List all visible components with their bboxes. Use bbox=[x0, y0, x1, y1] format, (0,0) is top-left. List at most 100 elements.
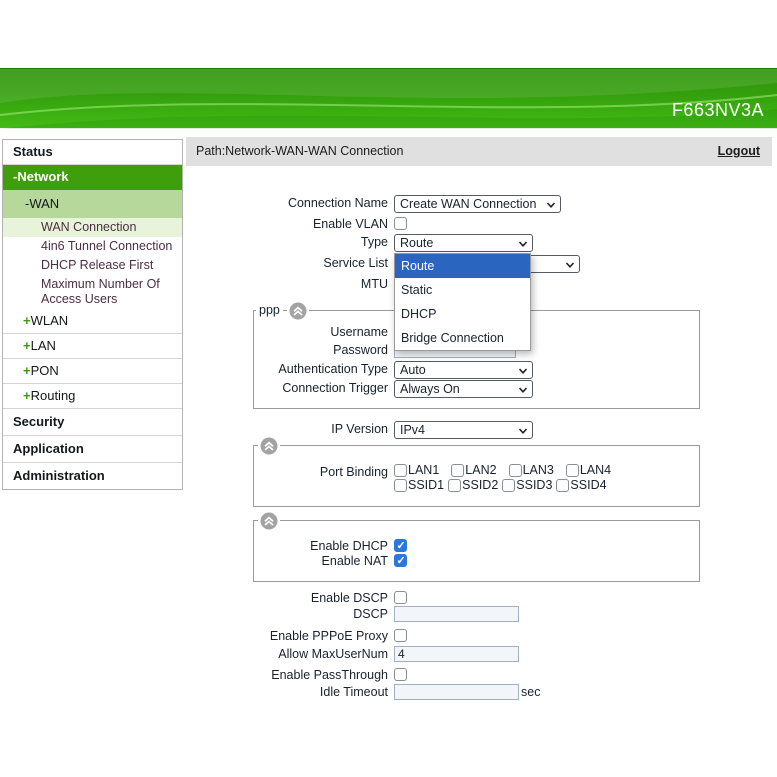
enable-dscp-checkbox[interactable] bbox=[394, 591, 407, 604]
lan4-option[interactable]: LAN4 bbox=[566, 463, 611, 477]
authentication-type-select[interactable]: Auto bbox=[394, 361, 533, 379]
port-binding-lan-row: LAN1 LAN2 LAN3 LAN4 bbox=[394, 463, 611, 477]
sidebar-item-routing[interactable]: +Routing bbox=[3, 384, 182, 409]
enable-passthrough-label: Enable PassThrough bbox=[186, 667, 388, 684]
ssid2-checkbox[interactable] bbox=[448, 479, 461, 492]
dscp-input[interactable] bbox=[394, 606, 519, 622]
router-admin-page: F663NV3A Status -Network -WAN WAN Connec… bbox=[0, 0, 777, 777]
wan-connection-form: Connection Name Create WAN Connection En… bbox=[186, 166, 777, 777]
dscp-label: DSCP bbox=[186, 606, 388, 623]
logout-link[interactable]: Logout bbox=[718, 137, 760, 166]
ssid3-checkbox[interactable] bbox=[502, 479, 515, 492]
ip-version-select[interactable]: IPv4 bbox=[394, 421, 533, 439]
type-dropdown-list: Route Static DHCP Bridge Connection bbox=[394, 253, 531, 351]
enable-dscp-label: Enable DSCP bbox=[186, 590, 388, 607]
sidebar-item-wlan[interactable]: +WLAN bbox=[3, 309, 182, 334]
enable-nat-label: Enable NAT bbox=[186, 553, 388, 570]
chevron-down-icon bbox=[518, 366, 528, 376]
lan1-checkbox[interactable] bbox=[394, 464, 407, 477]
sidebar-item-administration[interactable]: Administration bbox=[3, 463, 182, 489]
enable-nat-checkbox[interactable] bbox=[394, 554, 407, 567]
type-label: Type bbox=[186, 234, 388, 251]
chevron-double-up-circle-icon bbox=[260, 512, 278, 530]
lan4-checkbox[interactable] bbox=[566, 464, 579, 477]
sidebar-item-wan[interactable]: -WAN bbox=[3, 190, 182, 218]
plus-icon: + bbox=[23, 388, 31, 403]
chevron-down-icon bbox=[518, 426, 528, 436]
chevron-down-icon bbox=[518, 239, 528, 249]
sidebar-item-wan-connection[interactable]: WAN Connection bbox=[3, 218, 182, 237]
password-label: Password bbox=[186, 342, 388, 359]
collapse-section-button[interactable] bbox=[287, 302, 309, 320]
sidebar-nav: Status -Network -WAN WAN Connection 4in6… bbox=[2, 139, 183, 490]
sidebar-item-security[interactable]: Security bbox=[3, 409, 182, 436]
sidebar-item-label: LAN bbox=[31, 338, 56, 353]
connection-name-select[interactable]: Create WAN Connection bbox=[394, 195, 561, 213]
dropdown-option-bridge-connection[interactable]: Bridge Connection bbox=[395, 326, 530, 350]
connection-trigger-select[interactable]: Always On bbox=[394, 380, 533, 398]
collapse-section-button[interactable] bbox=[258, 437, 280, 455]
breadcrumb-bar: Path:Network-WAN-WAN Connection Logout bbox=[186, 137, 772, 166]
lan4-label: LAN4 bbox=[580, 463, 611, 477]
service-list-label: Service List bbox=[186, 255, 388, 272]
sidebar-item-application[interactable]: Application bbox=[3, 436, 182, 463]
lan3-checkbox[interactable] bbox=[509, 464, 522, 477]
ssid2-option[interactable]: SSID2 bbox=[448, 478, 498, 492]
port-binding-label: Port Binding bbox=[186, 464, 388, 481]
lan2-checkbox[interactable] bbox=[451, 464, 464, 477]
enable-passthrough-checkbox[interactable] bbox=[394, 668, 407, 681]
sidebar-item-max-access-users[interactable]: Maximum Number Of Access Users bbox=[3, 275, 182, 309]
plus-icon: + bbox=[23, 338, 31, 353]
plus-icon: + bbox=[23, 313, 31, 328]
sidebar-item-label: PON bbox=[31, 363, 59, 378]
sidebar-item-lan[interactable]: +LAN bbox=[3, 334, 182, 359]
sidebar-item-dhcp-release-first[interactable]: DHCP Release First bbox=[3, 256, 182, 275]
ssid3-option[interactable]: SSID3 bbox=[502, 478, 552, 492]
ssid1-label: SSID1 bbox=[408, 478, 444, 492]
enable-pppoe-proxy-label: Enable PPPoE Proxy bbox=[186, 628, 388, 645]
lan3-option[interactable]: LAN3 bbox=[509, 463, 554, 477]
sidebar-item-network[interactable]: -Network bbox=[3, 165, 182, 190]
sidebar-item-label: Routing bbox=[31, 388, 76, 403]
ssid4-label: SSID4 bbox=[570, 478, 606, 492]
sidebar-item-4in6-tunnel[interactable]: 4in6 Tunnel Connection bbox=[3, 237, 182, 256]
authentication-type-value: Auto bbox=[400, 362, 426, 378]
lan1-label: LAN1 bbox=[408, 463, 439, 477]
chevron-down-icon bbox=[565, 260, 575, 270]
dropdown-option-dhcp[interactable]: DHCP bbox=[395, 302, 530, 326]
enable-vlan-checkbox[interactable] bbox=[394, 217, 407, 230]
sidebar-item-label: WLAN bbox=[31, 313, 69, 328]
chevron-double-up-circle-icon bbox=[260, 437, 278, 455]
idle-timeout-unit: sec bbox=[521, 685, 540, 699]
dropdown-option-route[interactable]: Route bbox=[395, 254, 530, 278]
lan2-option[interactable]: LAN2 bbox=[451, 463, 496, 477]
idle-timeout-label: Idle Timeout bbox=[186, 684, 388, 701]
dropdown-option-static[interactable]: Static bbox=[395, 278, 530, 302]
ssid1-option[interactable]: SSID1 bbox=[394, 478, 444, 492]
enable-dhcp-checkbox[interactable] bbox=[394, 539, 407, 552]
lan2-label: LAN2 bbox=[465, 463, 496, 477]
ssid3-label: SSID3 bbox=[516, 478, 552, 492]
connection-name-label: Connection Name bbox=[186, 195, 388, 212]
connection-name-value: Create WAN Connection bbox=[400, 196, 536, 212]
type-select[interactable]: Route bbox=[394, 234, 533, 252]
ssid1-checkbox[interactable] bbox=[394, 479, 407, 492]
chevron-down-icon bbox=[546, 200, 556, 210]
collapse-section-button[interactable] bbox=[258, 512, 280, 530]
plus-icon: + bbox=[23, 363, 31, 378]
idle-timeout-input[interactable] bbox=[394, 684, 519, 700]
authentication-type-label: Authentication Type bbox=[186, 361, 388, 378]
chevron-double-up-circle-icon bbox=[289, 302, 307, 320]
sidebar-item-status[interactable]: Status bbox=[3, 140, 182, 165]
ssid4-checkbox[interactable] bbox=[556, 479, 569, 492]
enable-pppoe-proxy-checkbox[interactable] bbox=[394, 629, 407, 642]
ssid4-option[interactable]: SSID4 bbox=[556, 478, 606, 492]
port-binding-ssid-row: SSID1 SSID2 SSID3 SSID4 bbox=[394, 478, 607, 492]
ssid2-label: SSID2 bbox=[462, 478, 498, 492]
enable-vlan-label: Enable VLAN bbox=[186, 216, 388, 233]
breadcrumb: Path:Network-WAN-WAN Connection bbox=[186, 144, 403, 158]
lan1-option[interactable]: LAN1 bbox=[394, 463, 439, 477]
sidebar-item-pon[interactable]: +PON bbox=[3, 359, 182, 384]
allow-maxusernum-label: Allow MaxUserNum bbox=[186, 646, 388, 663]
allow-maxusernum-input[interactable] bbox=[394, 646, 519, 662]
